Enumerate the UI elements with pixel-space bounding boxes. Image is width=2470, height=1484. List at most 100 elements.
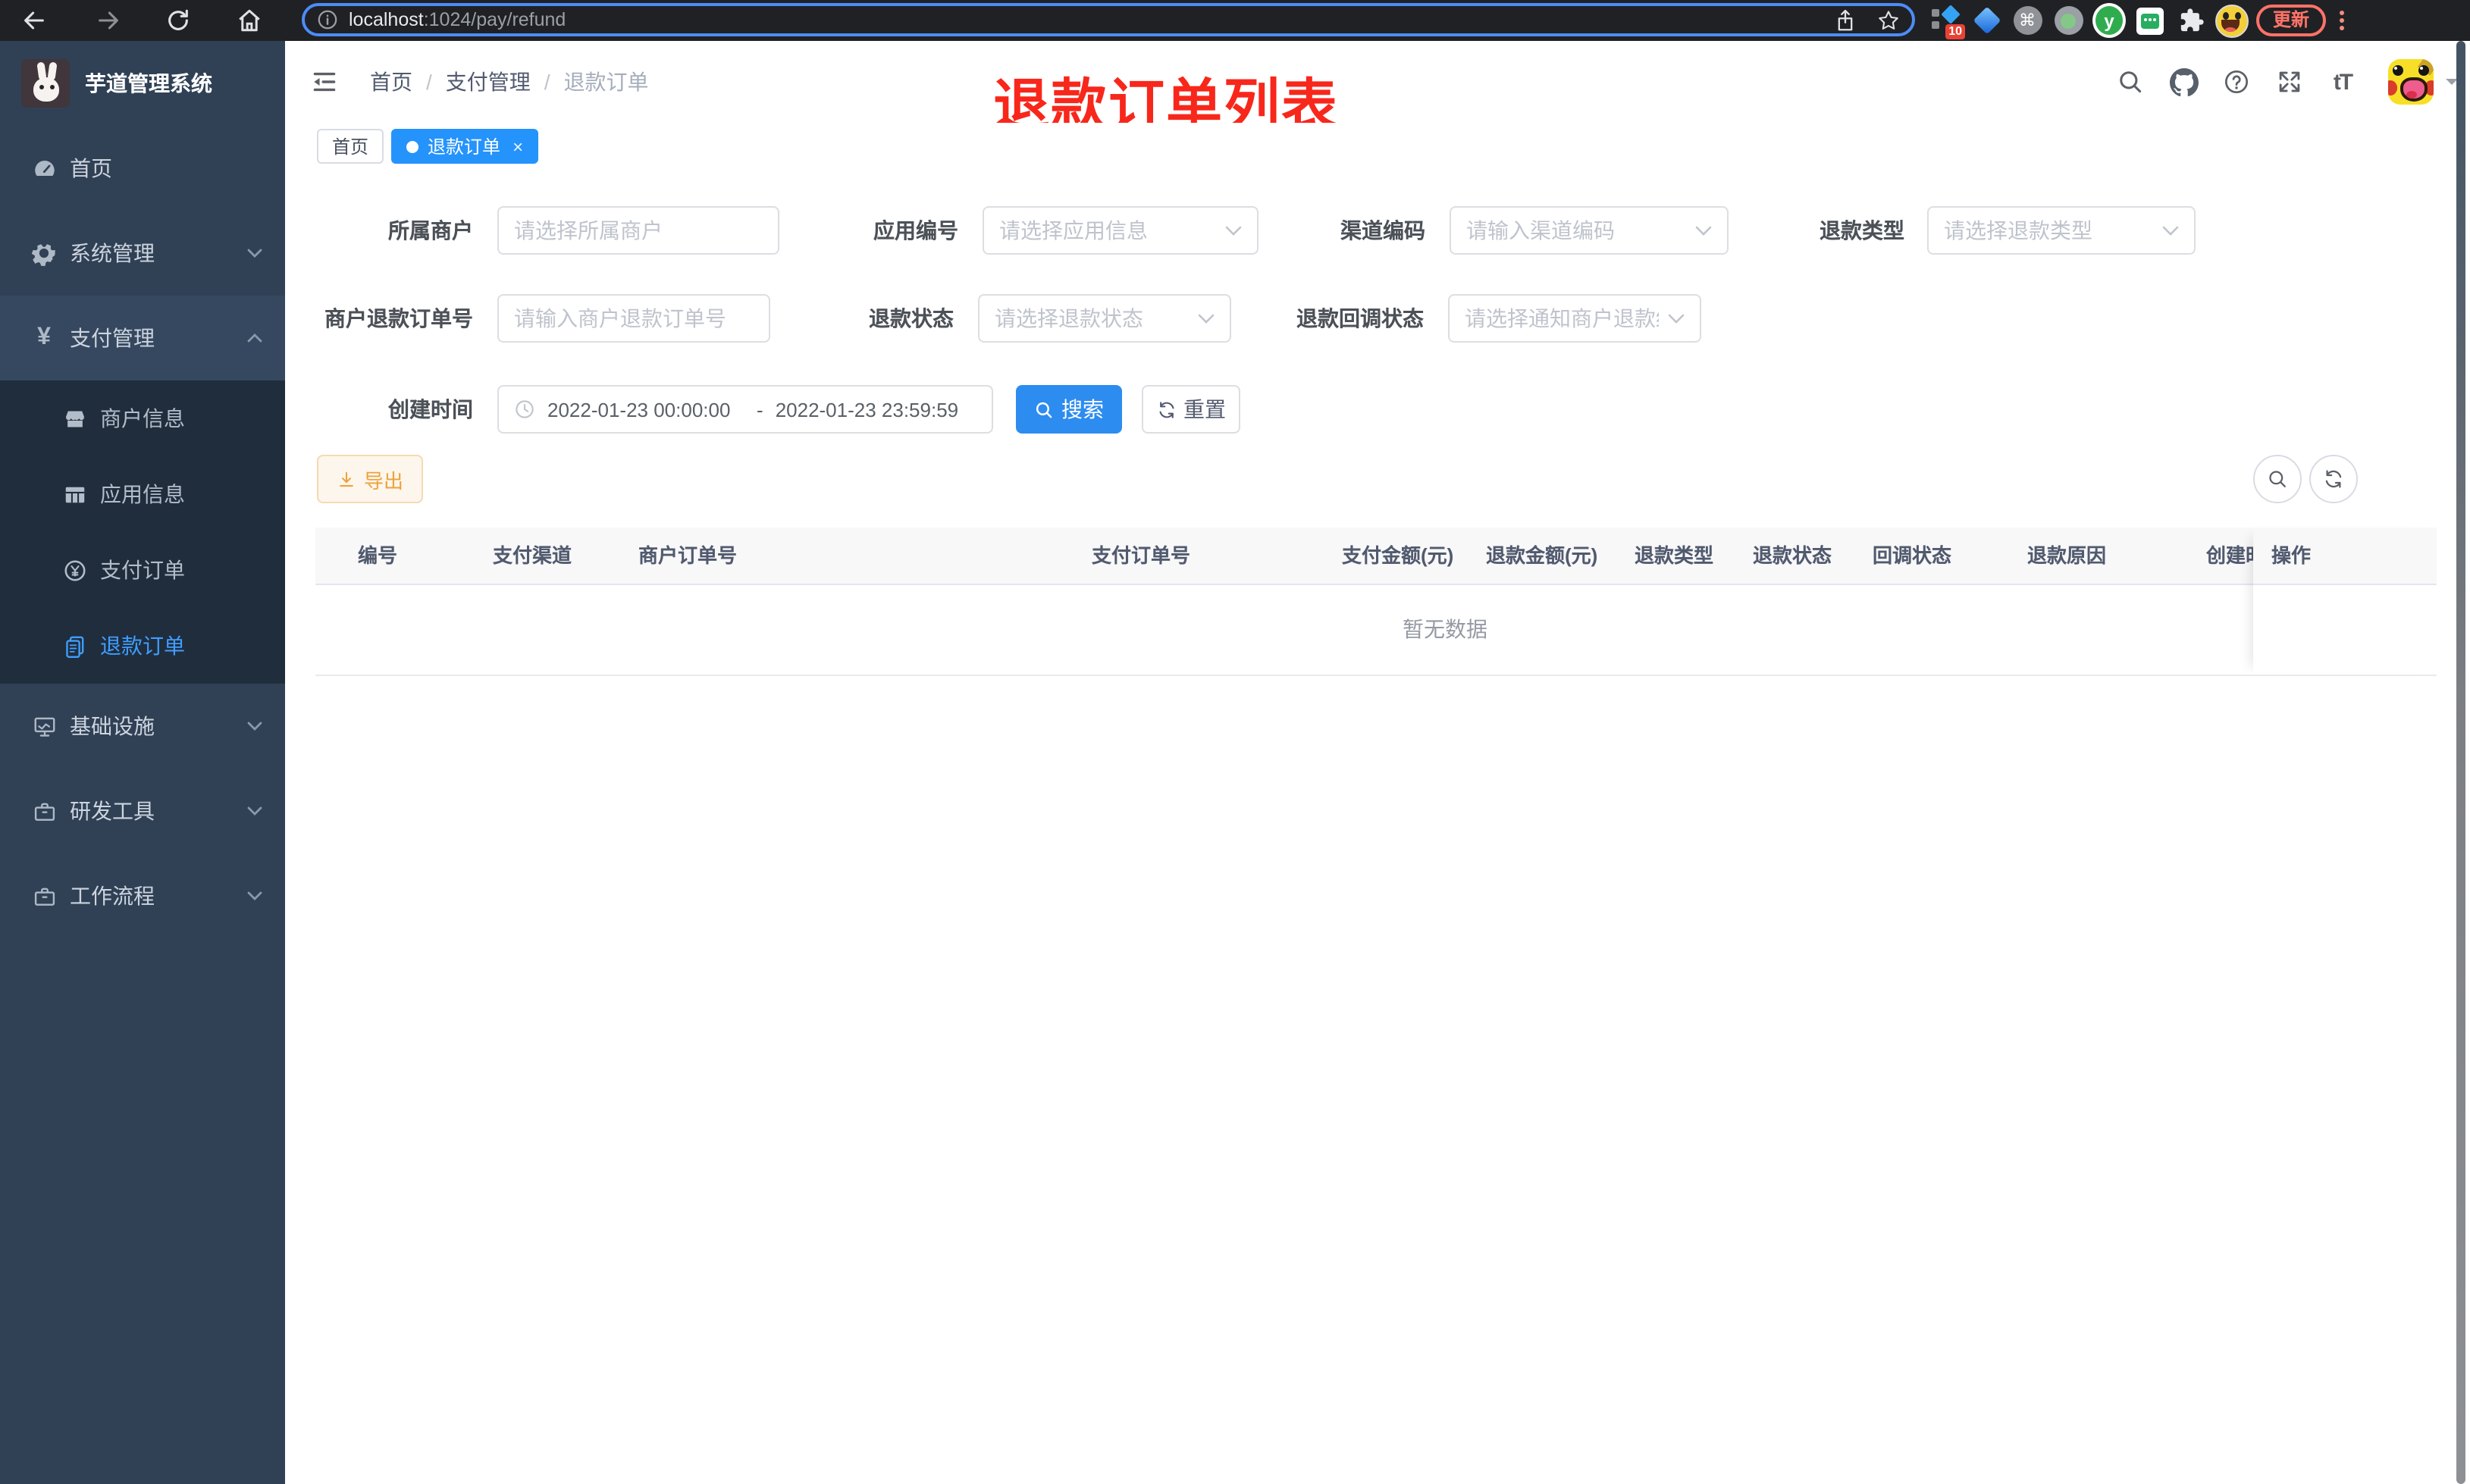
chevron-down-icon xyxy=(246,717,264,735)
browser-forward-icon[interactable] xyxy=(94,7,121,34)
filter-label: 退款状态 xyxy=(869,306,954,330)
column-header: 退款类型 xyxy=(1635,544,1714,567)
table-refresh-icon[interactable] xyxy=(2309,455,2358,503)
sidebar-item-label: 退款订单 xyxy=(100,634,185,658)
search-button[interactable]: 搜索 xyxy=(1016,385,1122,434)
browser-update-button[interactable]: 更新 xyxy=(2256,5,2327,36)
table-search-icon[interactable] xyxy=(2253,455,2302,503)
sidebar-logo[interactable]: 芋道管理系统 xyxy=(0,41,285,126)
column-header: 支付金额(元) xyxy=(1342,544,1454,567)
notify-status-select[interactable]: 请选择通知商户退款结果的 xyxy=(1448,294,1701,343)
reset-button[interactable]: 重置 xyxy=(1142,385,1240,434)
search-icon[interactable] xyxy=(2115,67,2146,97)
yen-circle-icon xyxy=(61,556,88,584)
column-header: 退款原因 xyxy=(2027,544,2107,567)
screen: localhost:1024/pay/refund 10 ⌘ y 更新 芋道管理… xyxy=(0,0,2470,1484)
refund-doc-icon xyxy=(61,632,88,659)
chevron-up-icon xyxy=(246,329,264,347)
page-scrollbar[interactable] xyxy=(2456,41,2465,1484)
share-icon[interactable] xyxy=(1835,8,1856,31)
github-icon[interactable] xyxy=(2168,67,2199,97)
sidebar-item-system[interactable]: 系统管理 xyxy=(0,211,285,296)
collapse-sidebar-icon[interactable] xyxy=(311,68,338,95)
fullscreen-icon[interactable] xyxy=(2274,67,2305,97)
extension-tabs-icon[interactable]: 10 xyxy=(1929,4,1965,39)
date-separator: - xyxy=(757,398,763,421)
tag-dot xyxy=(406,140,419,152)
browser-reload-icon[interactable] xyxy=(164,7,191,34)
app-no-select[interactable]: 请选择应用信息 xyxy=(983,206,1259,255)
merchant-select[interactable]: 请选择所属商户 xyxy=(497,206,779,255)
sidebar: 芋道管理系统 首页 系统管理 ¥ 支付管理 商户信息 应用信息 支付订单 退款订… xyxy=(0,41,285,1484)
sidebar-item-label: 支付管理 xyxy=(70,326,155,350)
column-header: 支付渠道 xyxy=(493,544,572,567)
refund-status-select[interactable]: 请选择退款状态 xyxy=(978,294,1231,343)
gear-icon xyxy=(30,240,58,267)
extensions-puzzle-icon[interactable] xyxy=(2174,4,2208,37)
sidebar-item-pay-order[interactable]: 支付订单 xyxy=(0,532,285,608)
url-bar[interactable]: localhost:1024/pay/refund xyxy=(302,3,1915,36)
font-size-icon[interactable]: tT xyxy=(2327,67,2358,97)
create-time-range-picker[interactable]: 2022-01-23 00:00:00 - 2022-01-23 23:59:5… xyxy=(497,385,993,434)
sidebar-item-home[interactable]: 首页 xyxy=(0,126,285,211)
refund-type-select[interactable]: 请选择退款类型 xyxy=(1927,206,2196,255)
sidebar-item-refund-order[interactable]: 退款订单 xyxy=(0,608,285,684)
help-icon[interactable] xyxy=(2221,67,2252,97)
filter-label: 渠道编码 xyxy=(1340,218,1425,243)
browser-back-icon[interactable] xyxy=(20,7,47,34)
site-info-icon[interactable] xyxy=(317,9,338,30)
yen-icon: ¥ xyxy=(37,324,51,350)
sidebar-item-label: 系统管理 xyxy=(70,241,155,265)
chevron-down-icon xyxy=(2162,225,2179,236)
extension-command-icon[interactable]: ⌘ xyxy=(2011,4,2044,37)
bookmark-star-icon[interactable] xyxy=(1877,8,1900,31)
column-header: 商户订单号 xyxy=(638,544,738,567)
start-date-value: 2022-01-23 00:00:00 xyxy=(547,398,731,421)
breadcrumb: 首页 / 支付管理 / 退款订单 xyxy=(370,41,649,123)
browser-menu-icon[interactable] xyxy=(2340,11,2345,30)
grid-table-icon xyxy=(61,481,88,508)
top-navbar: 首页 / 支付管理 / 退款订单 退款订单列表 tT xyxy=(285,41,2470,136)
end-date-value: 2022-01-23 23:59:59 xyxy=(775,398,959,421)
export-button[interactable]: 导出 xyxy=(317,455,423,503)
filter-label: 创建时间 xyxy=(388,397,473,421)
tag-close-icon[interactable]: × xyxy=(512,136,523,157)
sidebar-item-workflow[interactable]: 工作流程 xyxy=(0,853,285,938)
extension-y-icon[interactable]: y xyxy=(2092,3,2126,38)
tag-refund-order[interactable]: 退款订单 × xyxy=(391,129,539,164)
extension-chat-icon[interactable] xyxy=(2133,4,2167,37)
extension-recorder-icon[interactable] xyxy=(2052,4,2085,37)
column-header: 退款金额(元) xyxy=(1486,544,1598,567)
sidebar-item-label: 工作流程 xyxy=(70,884,155,908)
chevron-down-icon xyxy=(246,244,264,262)
merchant-refund-no-input[interactable]: 请输入商户退款订单号 xyxy=(497,294,770,343)
filter-channel-code: 渠道编码 请输入渠道编码 xyxy=(1340,206,1729,255)
sidebar-item-app-info[interactable]: 应用信息 xyxy=(0,456,285,532)
breadcrumb-home[interactable]: 首页 xyxy=(370,67,412,97)
channel-code-select[interactable]: 请输入渠道编码 xyxy=(1450,206,1729,255)
profile-emoji-icon[interactable] xyxy=(2215,4,2249,37)
column-header: 支付订单号 xyxy=(1092,544,1191,567)
sidebar-item-payment[interactable]: ¥ 支付管理 xyxy=(0,296,285,380)
browser-toolbar: localhost:1024/pay/refund 10 ⌘ y 更新 xyxy=(0,0,2470,41)
chevron-down-icon xyxy=(1668,313,1685,324)
column-header: 创建时间 xyxy=(2206,544,2253,567)
breadcrumb-section[interactable]: 支付管理 xyxy=(446,67,531,97)
sidebar-item-merchant-info[interactable]: 商户信息 xyxy=(0,380,285,456)
sidebar-item-label: 应用信息 xyxy=(100,482,185,506)
app-title: 芋道管理系统 xyxy=(85,71,212,95)
browser-home-icon[interactable] xyxy=(235,7,262,34)
tags-bar: 首页 退款订单 × xyxy=(285,123,2470,171)
shop-icon xyxy=(61,405,88,432)
extension-gem-icon[interactable] xyxy=(1970,4,2003,37)
url-text: localhost:1024/pay/refund xyxy=(349,9,566,30)
chevron-down-icon xyxy=(246,802,264,820)
sidebar-item-infra[interactable]: 基础设施 xyxy=(0,684,285,769)
user-avatar[interactable] xyxy=(2388,59,2434,105)
refund-table: 编号 支付渠道 商户订单号 支付订单号 支付金额(元) 退款金额(元) 退款类型… xyxy=(315,528,2437,767)
sidebar-item-dev-tools[interactable]: 研发工具 xyxy=(0,769,285,853)
tag-home[interactable]: 首页 xyxy=(317,129,384,164)
filter-label: 退款回调状态 xyxy=(1296,306,1424,330)
dashboard-icon xyxy=(30,155,58,182)
chevron-down-icon xyxy=(1695,225,1712,236)
